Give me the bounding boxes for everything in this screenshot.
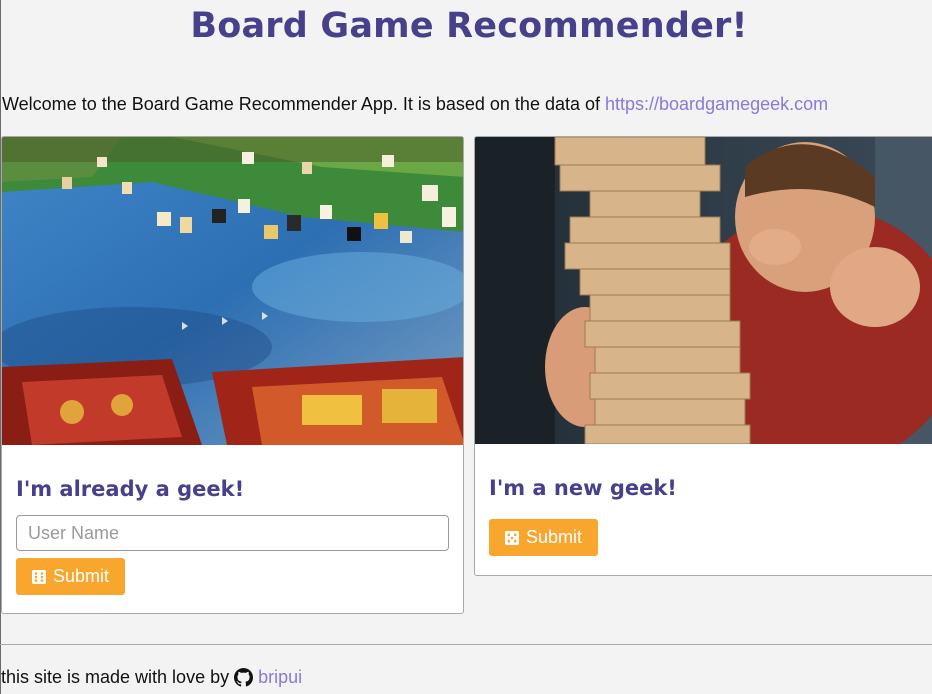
dice-six-icon — [32, 569, 46, 584]
page: Board Game Recommender! Welcome to the B… — [0, 0, 932, 694]
footer-divider — [0, 644, 932, 645]
new-geek-title: I'm a new geek! — [489, 476, 677, 500]
board-game-image — [2, 137, 463, 445]
existing-geek-submit-label: Submit — [53, 566, 110, 586]
intro-text: Welcome to the Board Game Recommender Ap… — [2, 94, 828, 115]
dice-five-icon — [505, 530, 519, 545]
existing-geek-card: I'm already a geek! Submit — [1, 136, 464, 614]
new-geek-submit-button[interactable]: Submit — [489, 519, 599, 556]
page-title: Board Game Recommender! — [190, 6, 748, 46]
boardgamegeek-link[interactable]: https://boardgamegeek.com — [605, 94, 828, 114]
new-geek-submit-label: Submit — [526, 527, 583, 547]
intro-label: Welcome to the Board Game Recommender Ap… — [2, 94, 605, 114]
footer: this site is made with love by bripui — [1, 667, 302, 688]
existing-geek-submit-button[interactable]: Submit — [16, 558, 126, 595]
author-link[interactable]: bripui — [258, 667, 302, 688]
github-icon — [234, 668, 254, 687]
footer-text: this site is made with love by — [1, 667, 230, 687]
new-geek-card: I'm a new geek! Submit — [474, 136, 932, 576]
existing-geek-title: I'm already a geek! — [16, 477, 245, 501]
jenga-image — [475, 137, 932, 444]
username-input[interactable] — [16, 515, 449, 551]
